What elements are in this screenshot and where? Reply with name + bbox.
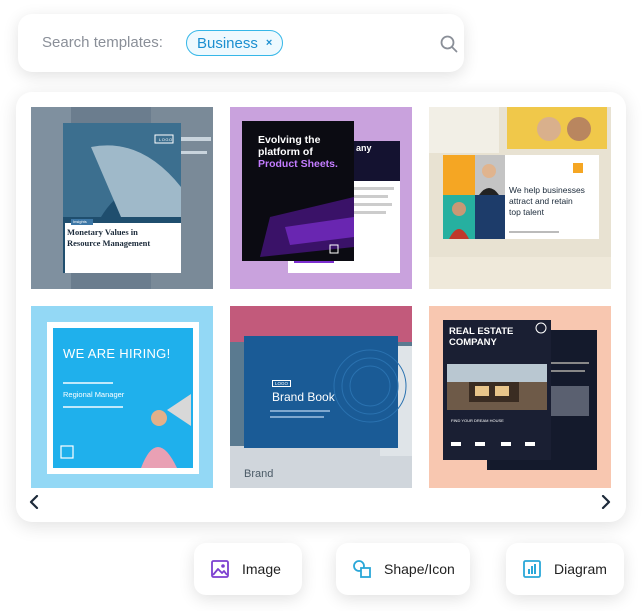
template-title: REAL ESTATE COMPANY bbox=[449, 326, 514, 348]
template-card-monetary-values[interactable]: Monetary Values in Resource Management L… bbox=[31, 107, 213, 289]
template-caption: FIND YOUR DREAM HOUSE bbox=[451, 418, 504, 423]
diagram-button-label: Diagram bbox=[554, 561, 607, 577]
image-button-label: Image bbox=[242, 561, 281, 577]
side-text: any bbox=[356, 143, 372, 153]
shape-icon-button-label: Shape/Icon bbox=[384, 561, 455, 577]
template-headline: WE ARE HIRING! bbox=[63, 346, 171, 361]
logo-text: LOGO bbox=[272, 380, 292, 387]
search-label: Search templates: bbox=[42, 34, 163, 51]
template-card-real-estate[interactable]: REAL ESTATE COMPANY FIND YOUR DREAM HOUS… bbox=[429, 306, 611, 488]
filter-chip-business[interactable]: Business × bbox=[186, 30, 284, 56]
back-text: Brand bbox=[244, 468, 274, 480]
template-card-recruiting[interactable]: We help businesses attract and retain to… bbox=[429, 107, 611, 289]
chevron-left-icon bbox=[29, 495, 39, 509]
template-title: Monetary Values in Resource Management bbox=[67, 227, 151, 248]
filter-chip-label: Business bbox=[197, 34, 258, 52]
search-icon[interactable] bbox=[440, 35, 458, 53]
template-title: Brand Book bbox=[272, 390, 335, 404]
template-thumbnail bbox=[31, 107, 213, 289]
diagram-button[interactable]: Diagram bbox=[506, 543, 624, 595]
template-title: Evolving the platform of Product Sheets. bbox=[258, 134, 338, 170]
template-headline: We help businesses attract and retain to… bbox=[509, 185, 585, 217]
bar-chart-icon bbox=[523, 560, 541, 578]
image-button[interactable]: Image bbox=[194, 543, 302, 595]
template-gallery: Monetary Values in Resource Management L… bbox=[16, 92, 626, 522]
next-arrow-button[interactable] bbox=[596, 492, 616, 512]
logo-text: LOGO bbox=[159, 137, 173, 142]
image-icon bbox=[211, 560, 229, 578]
template-subtitle: Regional Manager bbox=[63, 390, 125, 399]
chevron-right-icon bbox=[601, 495, 611, 509]
template-card-brand-book[interactable]: LOGO Brand Book Brand bbox=[230, 306, 412, 488]
prev-arrow-button[interactable] bbox=[24, 492, 44, 512]
chip-remove-icon[interactable]: × bbox=[266, 37, 272, 49]
shape-icon-button[interactable]: Shape/Icon bbox=[336, 543, 470, 595]
shape-icon bbox=[353, 560, 371, 578]
search-bar[interactable]: Search templates: Business × bbox=[18, 14, 464, 72]
template-card-product-sheets[interactable]: Evolving the platform of Product Sheets.… bbox=[230, 107, 412, 289]
tag-label: Insights bbox=[73, 219, 87, 224]
template-card-hiring[interactable]: WE ARE HIRING! Regional Manager bbox=[31, 306, 213, 488]
